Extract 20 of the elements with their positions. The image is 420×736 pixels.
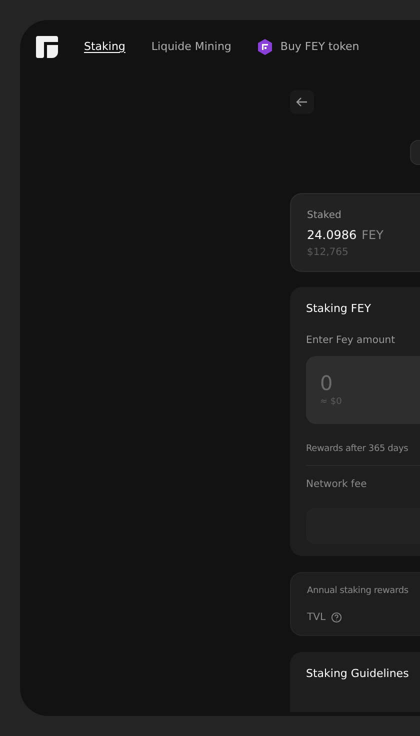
tvl-label: TVL [307, 610, 326, 624]
staked-usd: $12,765 [307, 246, 350, 260]
staked-unit: FEY [362, 227, 384, 244]
token-icon [257, 39, 274, 55]
nav-link[interactable]: Staking [84, 38, 126, 56]
staked-amount: 24.0986 [307, 227, 357, 244]
rewards-label: Rewards after 365 days [306, 442, 410, 456]
card-title: Staking FEY [306, 301, 372, 317]
nav-link[interactable]: Liquide Mining [151, 38, 232, 56]
back-button[interactable] [290, 90, 314, 114]
amount-label: Enter Fey amount [306, 334, 396, 348]
amount-input[interactable]: 0 [320, 370, 420, 396]
annual-rewards-label: Annual staking rewards [307, 585, 410, 598]
card-title: Staking Guidelines [306, 666, 410, 682]
nav-link[interactable]: Buy FEY token [257, 38, 360, 56]
back-arrow-icon [296, 96, 308, 108]
staked-label: Staked [307, 209, 342, 223]
help-icon[interactable] [330, 612, 342, 622]
fee-label: Network fee [306, 478, 368, 492]
logo-icon[interactable] [36, 36, 58, 58]
